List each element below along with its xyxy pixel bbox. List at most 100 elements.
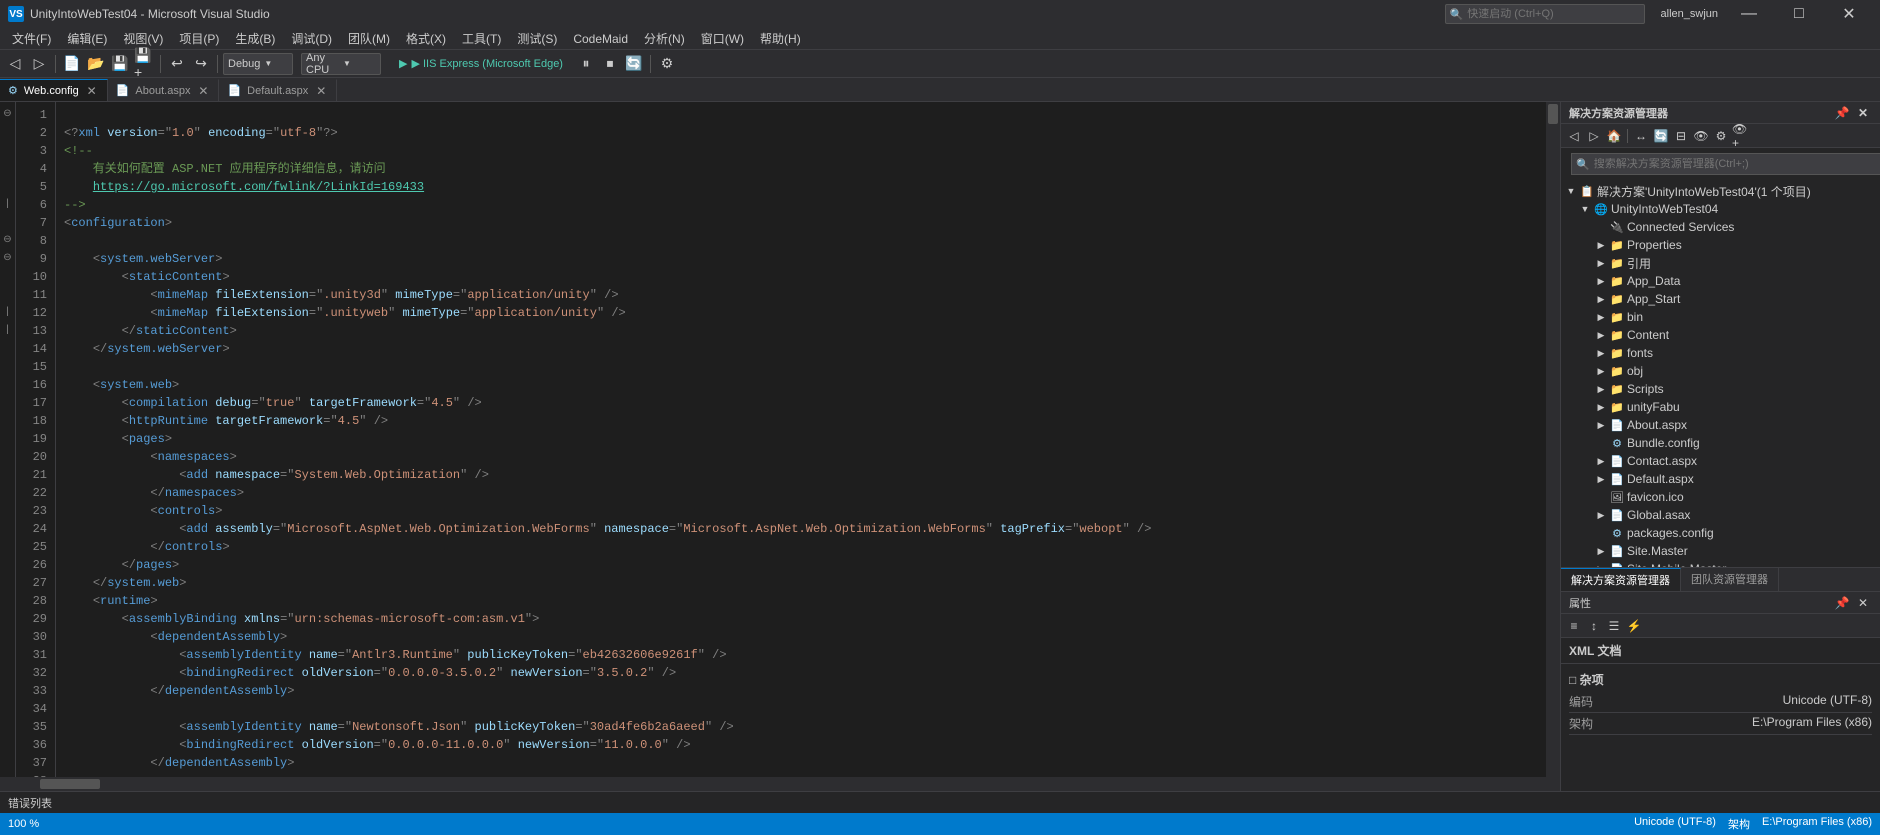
menu-debug[interactable]: 调试(D) (283, 28, 340, 49)
status-zoom: 100 % (8, 818, 39, 830)
stop-btn[interactable]: ⏹ (599, 53, 621, 75)
tab-defaultaspx-close[interactable]: ✕ (314, 84, 328, 98)
menu-format[interactable]: 格式(X) (398, 28, 454, 49)
solution-tree[interactable]: ▼ 📋 解决方案'UnityIntoWebTest04'(1 个项目) ▼ 🌐 … (1561, 180, 1880, 567)
code-content[interactable]: <?xml version="1.0" encoding="utf-8"?> <… (56, 102, 1546, 777)
tree-fonts[interactable]: ▶ 📁 fonts (1561, 344, 1880, 362)
menu-view[interactable]: 视图(V) (115, 28, 171, 49)
quick-launch-input[interactable] (1467, 8, 1617, 20)
props-alpha-btn[interactable]: ↕ (1585, 617, 1603, 635)
tab-defaultaspx-label: Default.aspx (247, 85, 308, 97)
tree-references[interactable]: ▶ 📁 引用 (1561, 254, 1880, 272)
se-fwd-btn[interactable]: ▷ (1585, 127, 1603, 145)
team-tab[interactable]: 团队资源管理器 (1681, 568, 1779, 591)
maximize-button[interactable]: □ (1776, 0, 1822, 28)
tree-project-node[interactable]: ▼ 🌐 UnityIntoWebTest04 (1561, 200, 1880, 218)
search-box[interactable]: 🔍 (1571, 153, 1880, 175)
se-back-btn[interactable]: ◁ (1565, 127, 1583, 145)
tab-webconfig-label: Web.config (24, 85, 79, 97)
props-categorize-btn[interactable]: ≡ (1565, 617, 1583, 635)
platform-dropdown[interactable]: Any CPU ▼ (301, 53, 381, 75)
scripts-icon: 📁 (1609, 381, 1625, 397)
status-arch: 架构 (1728, 816, 1750, 832)
tab-webconfig-close[interactable]: ✕ (85, 84, 99, 98)
close-button[interactable]: ✕ (1826, 0, 1872, 28)
tree-about-aspx[interactable]: ▶ 📄 About.aspx (1561, 416, 1880, 434)
solution-explorer-panel: 解决方案资源管理器 📌 ✕ ◁ ▷ 🏠 ↔ 🔄 ⊟ 👁 ⚙ 👁+ 🔍 (1560, 102, 1880, 791)
toolbar-save-btn[interactable]: 💾 (109, 53, 131, 75)
menu-test[interactable]: 测试(S) (509, 28, 565, 49)
tree-scripts[interactable]: ▶ 📁 Scripts (1561, 380, 1880, 398)
tree-contact-aspx[interactable]: ▶ 📄 Contact.aspx (1561, 452, 1880, 470)
properties-icon: 📁 (1609, 237, 1625, 253)
tree-global-asax[interactable]: ▶ 📄 Global.asax (1561, 506, 1880, 524)
quick-launch-box[interactable]: 🔍 (1445, 4, 1645, 24)
toolbar-redo-btn[interactable]: ↪ (190, 53, 212, 75)
props-prop-btn[interactable]: ☰ (1605, 617, 1623, 635)
debug-mode-dropdown[interactable]: Debug ▼ (223, 53, 293, 75)
tab-webconfig[interactable]: ⚙ Web.config ✕ (0, 79, 108, 101)
menu-build[interactable]: 生成(B) (227, 28, 283, 49)
restart-btn[interactable]: 🔄 (623, 53, 645, 75)
tab-defaultaspx[interactable]: 📄 Default.aspx ✕ (219, 79, 337, 101)
menu-file[interactable]: 文件(F) (4, 28, 59, 49)
tree-bundle-config[interactable]: ▶ ⚙ Bundle.config (1561, 434, 1880, 452)
se-refresh-btn[interactable]: 🔄 (1652, 127, 1670, 145)
horizontal-scrollbar[interactable] (0, 777, 1560, 791)
toolbar-back-btn[interactable]: ◁ (4, 53, 26, 75)
props-pin-btn[interactable]: 📌 (1833, 594, 1851, 612)
se-filter-btn[interactable]: ⚙ (1712, 127, 1730, 145)
solution-tab[interactable]: 解决方案资源管理器 (1561, 568, 1681, 591)
toolbar-fwd-btn[interactable]: ▷ (28, 53, 50, 75)
status-left: 100 % (8, 818, 39, 830)
tree-obj[interactable]: ▶ 📁 obj (1561, 362, 1880, 380)
search-input[interactable] (1594, 158, 1877, 170)
pause-btn[interactable]: ⏸ (575, 53, 597, 75)
menu-analyze[interactable]: 分析(N) (636, 28, 693, 49)
tree-default-aspx[interactable]: ▶ 📄 Default.aspx (1561, 470, 1880, 488)
menu-codemaid[interactable]: CodeMaid (565, 30, 636, 48)
toolbar-new-btn[interactable]: 📄 (61, 53, 83, 75)
se-collapse-btn[interactable]: ⊟ (1672, 127, 1690, 145)
content-arrow: ▶ (1593, 327, 1609, 343)
vertical-scrollbar[interactable] (1546, 102, 1560, 777)
se-home-btn[interactable]: 🏠 (1605, 127, 1623, 145)
tree-properties[interactable]: ▶ 📁 Properties (1561, 236, 1880, 254)
fonts-arrow: ▶ (1593, 345, 1609, 361)
tab-aboutaspx[interactable]: 📄 About.aspx ✕ (108, 79, 220, 101)
tab-defaultaspx-icon: 📄 (227, 84, 241, 97)
toolbar-open-btn[interactable]: 📂 (85, 53, 107, 75)
menu-tools[interactable]: 工具(T) (454, 28, 509, 49)
se-show-all-btn[interactable]: 👁 (1692, 127, 1710, 145)
run-button[interactable]: ▶ ▶ IIS Express (Microsoft Edge) (393, 55, 569, 72)
tree-packages-config[interactable]: ▶ ⚙ packages.config (1561, 524, 1880, 542)
toolbar-undo-btn[interactable]: ↩ (166, 53, 188, 75)
props-close-btn[interactable]: ✕ (1854, 594, 1872, 612)
menu-project[interactable]: 项目(P) (171, 28, 227, 49)
search-icon: 🔍 (1450, 8, 1464, 21)
tree-favicon[interactable]: ▶ 🖼 favicon.ico (1561, 488, 1880, 506)
tree-connected-services[interactable]: ▶ 🔌 Connected Services (1561, 218, 1880, 236)
se-pin-btn[interactable]: 📌 (1833, 104, 1851, 122)
menu-edit[interactable]: 编辑(E) (59, 28, 115, 49)
se-sync-btn[interactable]: ↔ (1632, 127, 1650, 145)
tree-app-data[interactable]: ▶ 📁 App_Data (1561, 272, 1880, 290)
tree-content[interactable]: ▶ 📁 Content (1561, 326, 1880, 344)
tree-bin[interactable]: ▶ 📁 bin (1561, 308, 1880, 326)
se-preview-btn[interactable]: 👁+ (1732, 127, 1750, 145)
tree-solution-node[interactable]: ▼ 📋 解决方案'UnityIntoWebTest04'(1 个项目) (1561, 182, 1880, 200)
se-close-btn[interactable]: ✕ (1854, 104, 1872, 122)
minimize-button[interactable]: — (1726, 0, 1772, 28)
tree-site-mobile-master[interactable]: ▶ 📄 Site.Mobile.Master (1561, 560, 1880, 567)
settings-btn[interactable]: ⚙ (656, 53, 678, 75)
tree-unity-fabu[interactable]: ▶ 📁 unityFabu (1561, 398, 1880, 416)
tree-site-master[interactable]: ▶ 📄 Site.Master (1561, 542, 1880, 560)
menu-team[interactable]: 团队(M) (340, 28, 398, 49)
menu-help[interactable]: 帮助(H) (752, 28, 809, 49)
tab-aboutaspx-close[interactable]: ✕ (196, 84, 210, 98)
menu-window[interactable]: 窗口(W) (693, 28, 752, 49)
editor-content[interactable]: ⊖ | ⊖ ⊖ | | 12345 678910 1112131415 1617… (0, 102, 1560, 777)
tree-app-start[interactable]: ▶ 📁 App_Start (1561, 290, 1880, 308)
toolbar-save-all-btn[interactable]: 💾+ (133, 53, 155, 75)
props-events-btn[interactable]: ⚡ (1625, 617, 1643, 635)
